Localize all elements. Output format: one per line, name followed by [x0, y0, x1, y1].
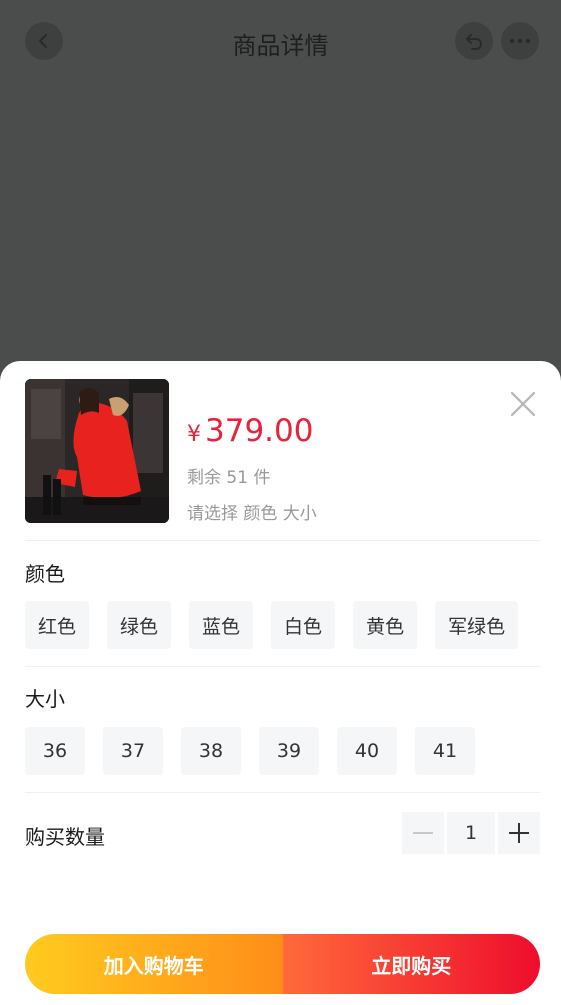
size-option-41[interactable]: 41 — [415, 727, 475, 775]
more-button[interactable] — [501, 22, 539, 60]
close-icon — [510, 391, 536, 417]
size-option-40[interactable]: 40 — [337, 727, 397, 775]
color-options: 红色 绿色 蓝色 白色 黄色 军绿色 — [25, 601, 536, 649]
color-option-yellow[interactable]: 黄色 — [353, 601, 418, 649]
minus-icon — [413, 832, 433, 834]
price-value: 379.00 — [205, 413, 314, 449]
size-option-38[interactable]: 38 — [181, 727, 241, 775]
product-photo — [25, 379, 169, 523]
color-section-title: 颜色 — [25, 562, 65, 586]
size-option-39[interactable]: 39 — [259, 727, 319, 775]
size-option-37[interactable]: 37 — [103, 727, 163, 775]
undo-share-icon — [466, 34, 482, 50]
divider — [25, 666, 540, 667]
size-option-36[interactable]: 36 — [25, 727, 85, 775]
product-thumbnail — [25, 379, 169, 523]
increase-button[interactable] — [498, 812, 540, 854]
sku-selector-sheet: ¥ 379.00 剩余 51 件 请选择 颜色 大小 颜色 红色 绿色 蓝色 白… — [0, 361, 561, 1005]
navigation-bar: 商品详情 — [0, 6, 561, 74]
divider — [25, 792, 540, 793]
color-option-red[interactable]: 红色 — [25, 601, 90, 649]
share-button[interactable] — [455, 22, 493, 60]
quantity-input[interactable]: 1 — [447, 812, 495, 854]
price: ¥ 379.00 — [187, 413, 313, 449]
add-to-cart-button[interactable]: 加入购物车 — [25, 934, 283, 994]
quantity-stepper: 1 — [402, 812, 540, 854]
action-bar: 加入购物车 立即购买 — [25, 934, 540, 994]
stock-text: 剩余 51 件 — [187, 468, 271, 488]
currency-symbol: ¥ — [187, 422, 201, 447]
more-dots-icon — [509, 38, 531, 44]
color-option-blue[interactable]: 蓝色 — [189, 601, 254, 649]
color-option-army-green[interactable]: 军绿色 — [435, 601, 519, 649]
close-button[interactable] — [508, 389, 538, 419]
divider — [25, 540, 540, 541]
size-section-title: 大小 — [25, 687, 65, 711]
plus-icon — [509, 823, 529, 843]
color-option-white[interactable]: 白色 — [271, 601, 336, 649]
buy-now-button[interactable]: 立即购买 — [282, 934, 540, 994]
quantity-label: 购买数量 — [25, 825, 105, 849]
size-options: 36 37 38 39 40 41 — [25, 727, 493, 775]
color-option-green[interactable]: 绿色 — [107, 601, 172, 649]
decrease-button[interactable] — [402, 812, 444, 854]
selection-hint: 请选择 颜色 大小 — [187, 504, 317, 524]
